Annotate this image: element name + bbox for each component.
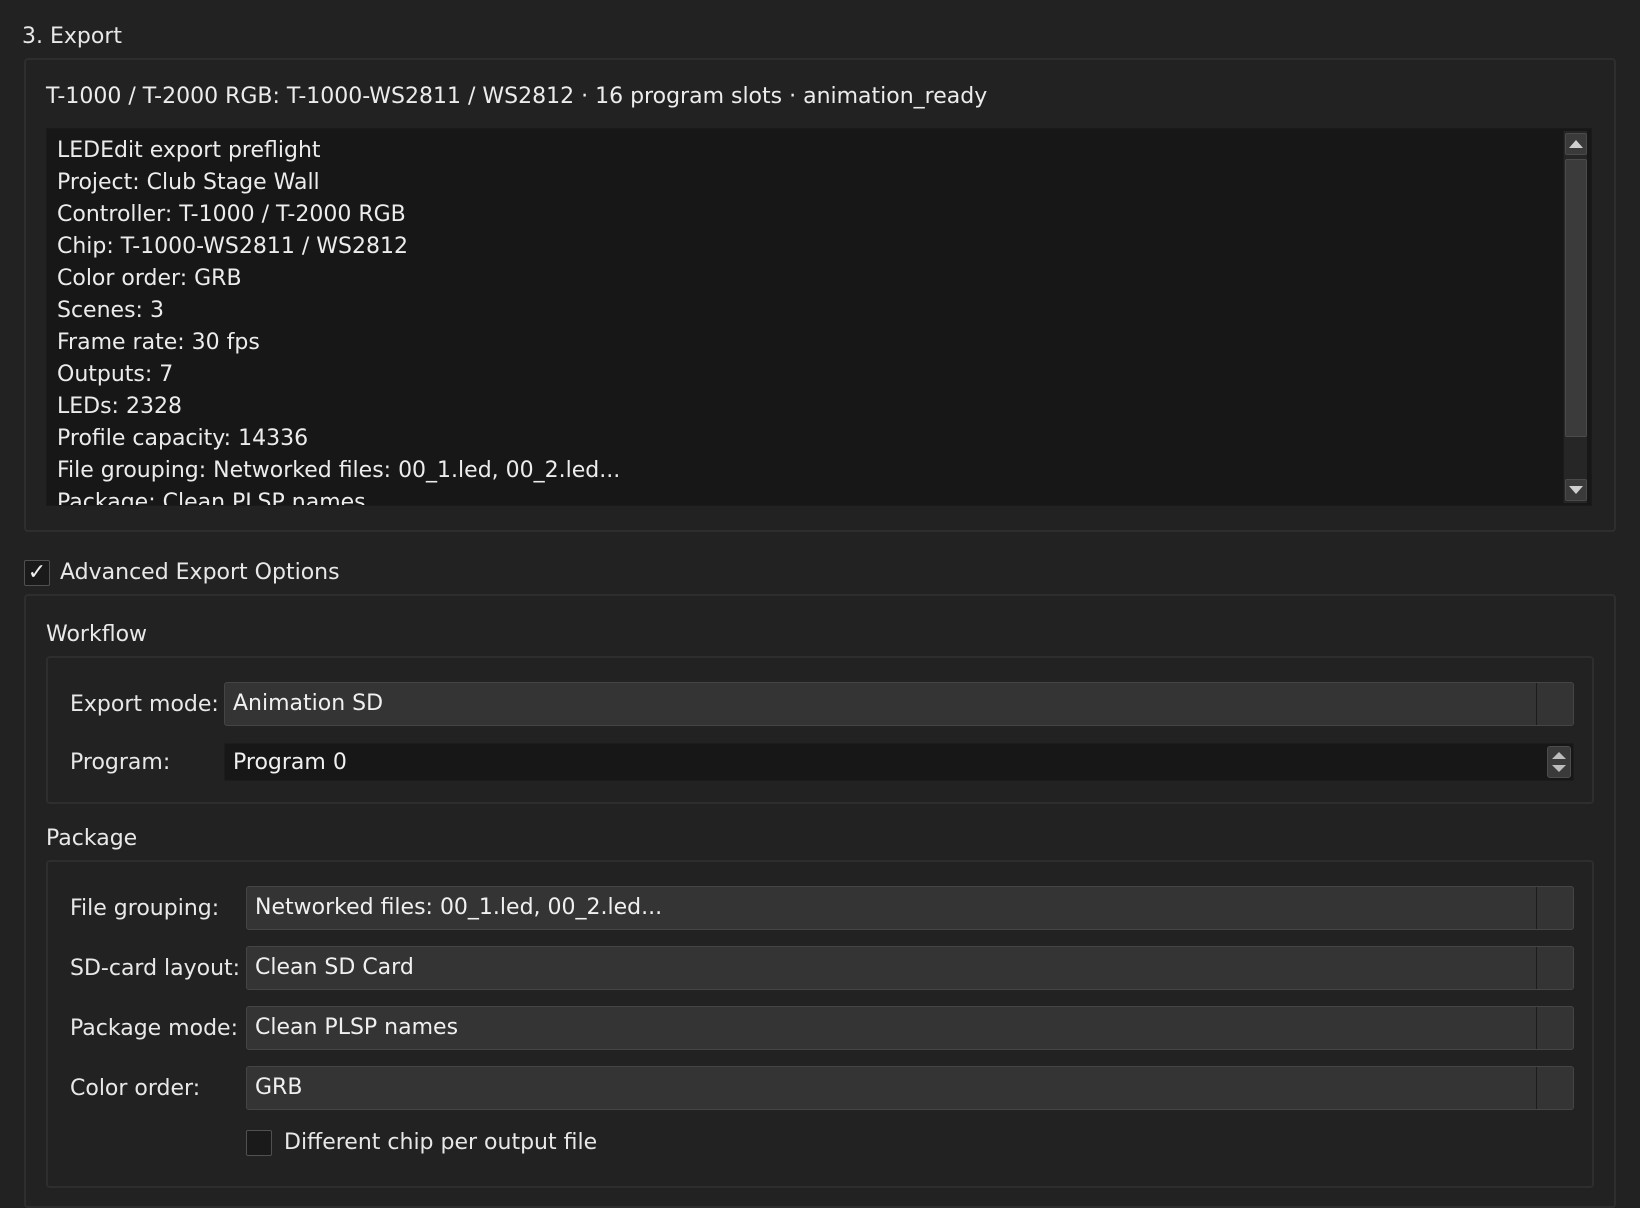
different-chip-label[interactable]: Different chip per output file: [284, 1130, 597, 1156]
program-value: Program 0: [233, 750, 347, 775]
preflight-line: Controller: T-1000 / T-2000 RGB: [57, 202, 406, 227]
chevron-down-icon[interactable]: [1537, 947, 1573, 989]
preflight-scrollbar[interactable]: [1563, 131, 1587, 503]
file-grouping-label: File grouping:: [70, 896, 220, 921]
advanced-export-label[interactable]: Advanced Export Options: [60, 560, 340, 586]
preflight-line: Profile capacity: 14336: [57, 426, 309, 451]
export-mode-dropdown[interactable]: Animation SD: [224, 682, 1574, 726]
preflight-lines: LEDEdit export preflight Project: Club S…: [57, 135, 1551, 506]
export-summary: T-1000 / T-2000 RGB: T-1000-WS2811 / WS2…: [46, 84, 988, 109]
scroll-down-button[interactable]: [1565, 479, 1587, 501]
export-mode-value: Animation SD: [233, 691, 384, 716]
program-label: Program:: [70, 750, 171, 775]
export-mode-label: Export mode:: [70, 692, 219, 717]
preflight-line: LEDs: 2328: [57, 394, 182, 419]
preflight-line: Outputs: 7: [57, 362, 174, 387]
package-mode-dropdown[interactable]: Clean PLSP names: [246, 1006, 1574, 1050]
preflight-line: LEDEdit export preflight: [57, 138, 321, 163]
arrow-down-icon: [1569, 486, 1583, 494]
file-grouping-value: Networked files: 00_1.led, 00_2.led...: [255, 895, 663, 920]
chevron-down-icon[interactable]: [1537, 683, 1573, 725]
preflight-line: Scenes: 3: [57, 298, 164, 323]
workflow-title: Workflow: [46, 622, 148, 647]
sd-layout-value: Clean SD Card: [255, 955, 414, 980]
preflight-text-area[interactable]: LEDEdit export preflight Project: Club S…: [46, 128, 1592, 506]
preflight-line: Package: Clean PLSP names: [57, 490, 366, 506]
arrow-up-icon: [1569, 140, 1583, 148]
step-down-icon[interactable]: [1552, 765, 1566, 772]
different-chip-checkbox[interactable]: [246, 1130, 272, 1156]
preflight-line: Chip: T-1000-WS2811 / WS2812: [57, 234, 408, 259]
advanced-export-checkbox[interactable]: ✓: [24, 560, 50, 586]
package-title: Package: [46, 826, 138, 851]
program-spinbox[interactable]: Program 0: [224, 743, 1574, 781]
package-mode-label: Package mode:: [70, 1016, 238, 1041]
file-grouping-dropdown[interactable]: Networked files: 00_1.led, 00_2.led...: [246, 886, 1574, 930]
chevron-down-icon[interactable]: [1537, 887, 1573, 929]
preflight-line: Project: Club Stage Wall: [57, 170, 320, 195]
chevron-down-icon[interactable]: [1537, 1007, 1573, 1049]
package-mode-value: Clean PLSP names: [255, 1015, 459, 1040]
scrollbar-thumb[interactable]: [1565, 159, 1587, 437]
preflight-line: Color order: GRB: [57, 266, 242, 291]
color-order-dropdown[interactable]: GRB: [246, 1066, 1574, 1110]
step-up-icon[interactable]: [1552, 752, 1566, 759]
chevron-down-icon[interactable]: [1537, 1067, 1573, 1109]
sd-layout-label: SD-card layout:: [70, 956, 241, 981]
export-section-title: 3. Export: [22, 24, 122, 49]
sd-layout-dropdown[interactable]: Clean SD Card: [246, 946, 1574, 990]
color-order-value: GRB: [255, 1075, 303, 1100]
color-order-label: Color order:: [70, 1076, 201, 1101]
preflight-line: File grouping: Networked files: 00_1.led…: [57, 458, 621, 483]
program-stepper-buttons[interactable]: [1547, 746, 1571, 778]
scroll-up-button[interactable]: [1565, 133, 1587, 155]
preflight-line: Frame rate: 30 fps: [57, 330, 260, 355]
